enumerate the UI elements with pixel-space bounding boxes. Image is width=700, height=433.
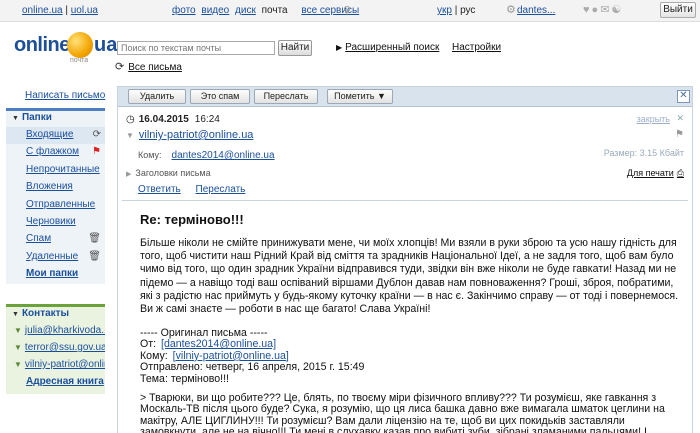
my-folders-link[interactable]: Мои папки xyxy=(6,266,105,284)
service-disk-link[interactable]: диск xyxy=(235,5,256,16)
people-icon[interactable]: ☯ xyxy=(611,4,623,16)
message-toolbar: Удалить Это спам Переслать Пометить ▼ ✕ xyxy=(118,87,692,107)
original-to-link[interactable]: [vilniy-patriot@online.ua] xyxy=(173,350,289,362)
recipient-link[interactable]: dantes2014@online.ua xyxy=(172,150,275,161)
contact-arrow-icon: ▼ xyxy=(14,360,22,369)
folder-unread[interactable]: Непрочитанные xyxy=(6,162,105,179)
quoted-text: > Тварюки, ви що робите??? Це, блять, по… xyxy=(140,393,665,433)
logo-subtitle: почта xyxy=(70,57,89,64)
services-nav: фото видео диск почта все сервисы xyxy=(172,5,362,16)
spam-button[interactable]: Это спам xyxy=(190,89,250,104)
compose-link[interactable]: Написать письмо xyxy=(25,90,105,101)
forward-button[interactable]: Переслать xyxy=(254,89,318,104)
service-video-link[interactable]: видео xyxy=(201,5,229,16)
refresh-icon: ⟳ xyxy=(115,61,125,73)
service-photo-link[interactable]: фото xyxy=(172,5,196,16)
divider xyxy=(122,200,688,201)
triangle-right-icon: ▶ xyxy=(126,171,132,178)
close-small-icon[interactable]: ✕ xyxy=(676,113,684,124)
triangle-down-icon: ▼ xyxy=(12,115,19,122)
message-subject: Re: терміново!!! xyxy=(140,212,244,227)
all-mail-link[interactable]: ⟳ Все письма xyxy=(115,60,182,73)
recipient: Кому: dantes2014@online.ua xyxy=(138,150,275,161)
triangle-down-icon: ▼ xyxy=(12,311,19,318)
arrow-right-icon: ▶ xyxy=(336,43,343,52)
folders-header[interactable]: ▼ Папки xyxy=(6,111,105,127)
contact-arrow-icon: ▼ xyxy=(14,343,22,352)
folder-attachments[interactable]: Вложения xyxy=(6,179,105,196)
forward-link[interactable]: Переслать xyxy=(196,184,246,195)
original-subject: Тема: терміново!!! xyxy=(140,372,229,385)
folders-panel: ▼ Папки Входящие ⟳ С флажком ⚑ Непрочитанны… xyxy=(6,108,105,285)
close-icon[interactable]: ✕ xyxy=(677,90,690,103)
message-date: ◷ 16.04.2015 16:24 xyxy=(126,114,220,125)
contact-item[interactable]: ▼ julia@kharkivoda... xyxy=(6,323,105,340)
folder-flagged[interactable]: С флажком ⚑ xyxy=(6,144,105,161)
logo[interactable]: online ua почта xyxy=(14,30,118,64)
logo-ua: ua xyxy=(94,34,118,56)
logo-text: online xyxy=(14,34,70,56)
original-from-link[interactable]: [dantes2014@online.ua] xyxy=(161,338,276,350)
printer-icon: ⎙ xyxy=(676,168,684,178)
find-button[interactable]: Найти xyxy=(278,40,312,56)
folder-drafts[interactable]: Черновики xyxy=(6,214,105,231)
gear-icon[interactable]: ⚙ xyxy=(506,3,516,16)
contact-item[interactable]: ▼vilniy-patriot@online.ua xyxy=(6,357,105,374)
mark-dropdown-button[interactable]: Пометить ▼ xyxy=(327,89,393,104)
delete-button[interactable]: Удалить xyxy=(128,89,186,104)
contacts-panel: ▼ Контакты ▼ julia@kharkivoda... ▼ terror@s… xyxy=(6,304,105,394)
print-link[interactable]: Для печати ⎙ xyxy=(627,168,684,179)
language-switcher: укр | рус xyxy=(437,5,476,16)
user-account-link[interactable]: dantes... xyxy=(517,5,555,16)
refresh-icon[interactable]: ⟳ xyxy=(93,127,101,142)
site-online-ua-link[interactable]: online.ua xyxy=(22,5,63,16)
trash-icon[interactable]: 🗑 xyxy=(88,249,101,264)
like-icon[interactable]: ♥ xyxy=(583,4,592,16)
flag-icon[interactable]: ⚑ xyxy=(675,129,684,140)
folder-sent[interactable]: Отправленные xyxy=(6,197,105,214)
clock-icon: ◷ xyxy=(126,114,135,125)
contact-item[interactable]: ▼ terror@ssu.gov.ua xyxy=(6,340,105,357)
folder-spam[interactable]: Спам 🗑 xyxy=(6,231,105,248)
mail-icon[interactable]: ✉ xyxy=(600,4,611,16)
exit-button[interactable]: Выйти xyxy=(660,2,696,18)
search-icon[interactable]: ⚲ xyxy=(343,4,351,17)
lang-ukr-link[interactable]: укр xyxy=(437,5,452,16)
reply-link[interactable]: Ответить xyxy=(138,184,181,195)
advanced-search-link[interactable]: ▶ Расширенный поиск xyxy=(336,42,439,53)
chat-icon[interactable]: ● xyxy=(592,4,601,16)
headers-toggle[interactable]: ▶ Заголовки письма xyxy=(126,168,211,178)
message-body: Більше ніколи не смійте принижувати мене… xyxy=(140,237,679,316)
message-actions: Ответить Переслать xyxy=(138,184,257,195)
site-links: online.ua | uol.ua xyxy=(22,5,98,16)
flag-icon: ⚑ xyxy=(92,146,101,158)
folder-deleted[interactable]: Удаленные 🗑 xyxy=(6,249,105,266)
triangle-down-icon: ▼ xyxy=(126,131,134,140)
lang-rus-current: рус xyxy=(460,5,476,16)
top-bar: online.ua | uol.ua фото видео диск почта… xyxy=(0,0,700,22)
notification-icons: ♥●✉☯ xyxy=(583,3,623,16)
trash-icon[interactable]: 🗑 xyxy=(88,231,101,246)
folder-inbox[interactable]: Входящие ⟳ xyxy=(6,127,105,145)
close-message-link[interactable]: закрыть xyxy=(637,114,670,124)
contact-arrow-icon: ▼ xyxy=(14,326,22,335)
address-book-link[interactable]: Адресная книга xyxy=(6,374,105,390)
message-size: Размер: 3.15 Кбайт xyxy=(603,148,684,158)
contacts-header[interactable]: ▼ Контакты xyxy=(6,307,105,323)
settings-link[interactable]: Настройки xyxy=(452,42,501,53)
sender[interactable]: ▼ vilniy-patriot@online.ua xyxy=(126,129,253,141)
service-mail-current: почта xyxy=(261,5,288,16)
original-message-header: ----- Оригинал письма ----- От: [dantes2… xyxy=(140,327,365,385)
search-input[interactable] xyxy=(117,41,275,55)
message-pane: Удалить Это спам Переслать Пометить ▼ ✕ … xyxy=(117,86,693,433)
logo-ball-icon xyxy=(67,32,93,58)
original-sent: Отправлено: четверг, 16 апреля, 2015 г. … xyxy=(140,361,365,374)
site-uol-ua-link[interactable]: uol.ua xyxy=(71,5,98,16)
